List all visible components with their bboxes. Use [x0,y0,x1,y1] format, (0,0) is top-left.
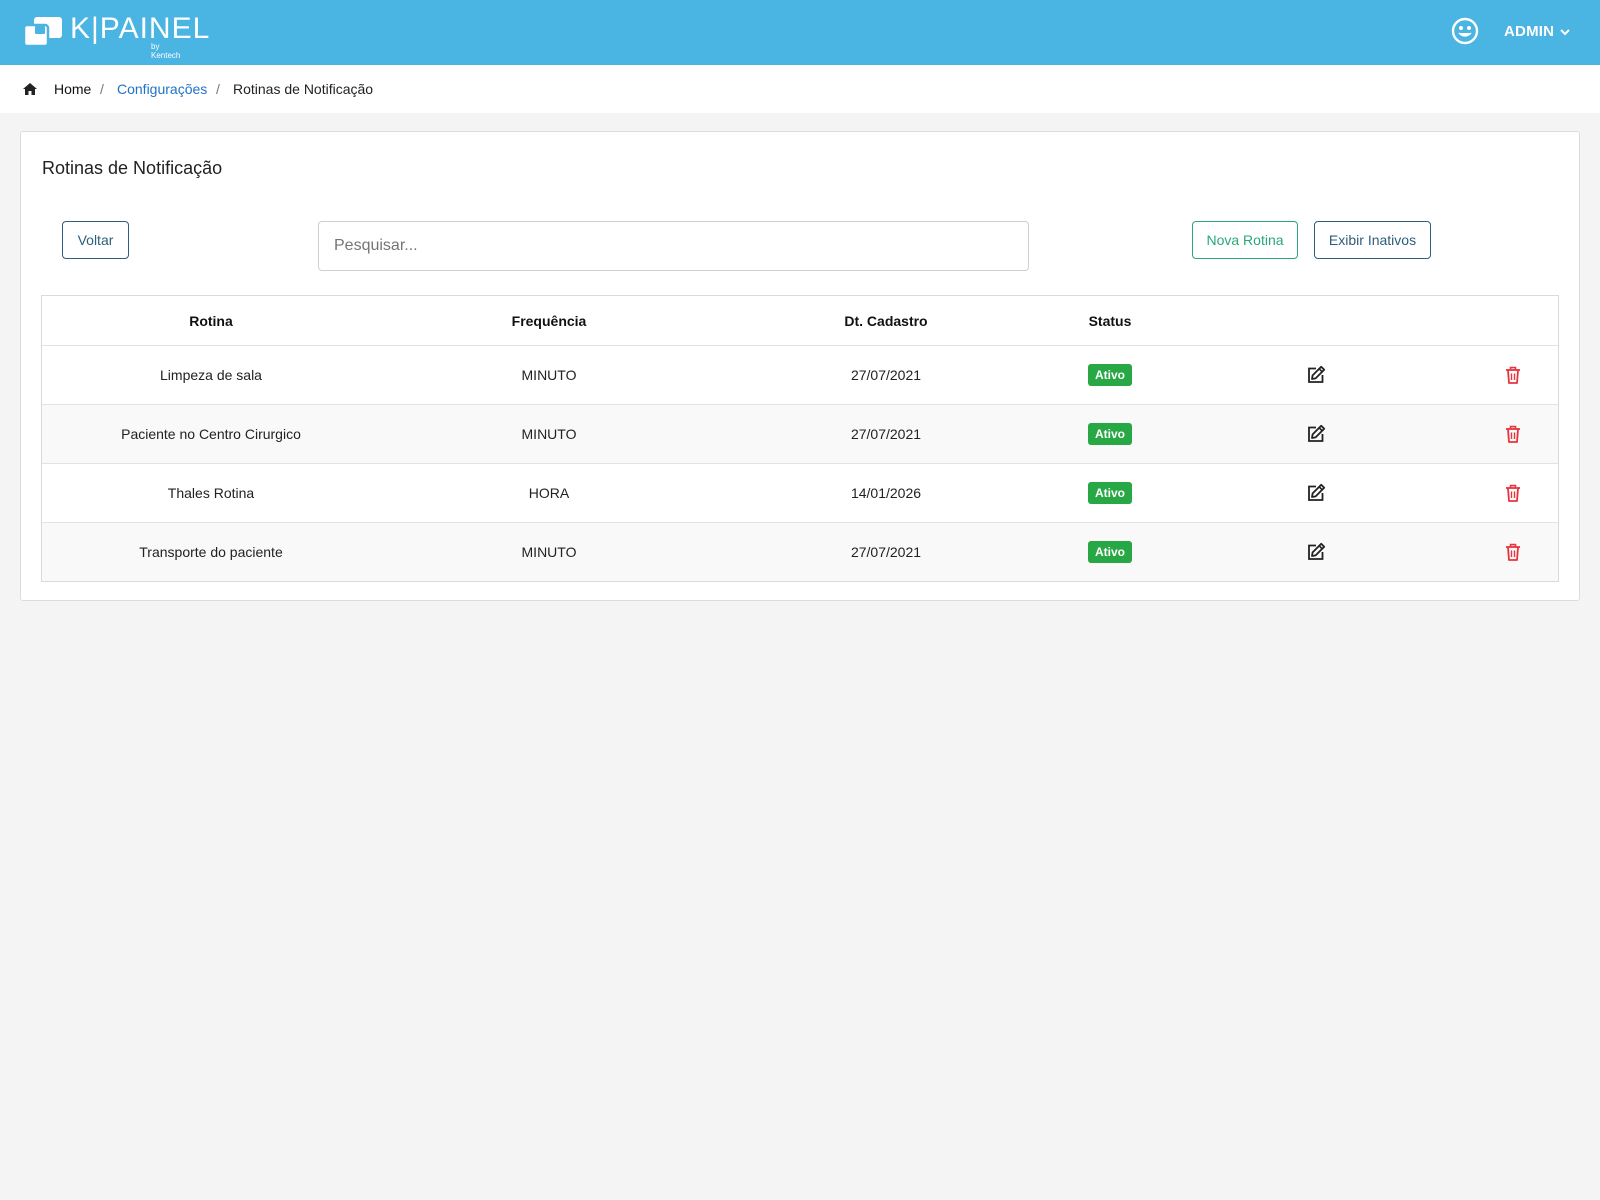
breadcrumb-configuracoes[interactable]: Configurações [117,80,207,98]
cell-status: Ativo [1054,405,1166,463]
cell-status: Ativo [1054,523,1166,581]
cell-rotina: Transporte do paciente [139,544,283,560]
edit-button[interactable] [1296,405,1336,463]
table-row: Thales Rotina HORA 14/01/2026 Ativo [42,463,1558,522]
routines-card: Rotinas de Notificação Voltar Nova Rotin… [20,131,1580,601]
cell-frequencia: HORA [528,485,570,501]
edit-icon[interactable] [1306,424,1326,444]
column-header-rotina[interactable]: Rotina [42,296,380,345]
delete-button[interactable] [1493,346,1533,404]
delete-button[interactable] [1493,405,1533,463]
top-navbar: K|PAINEL by Kentech ADMIN [0,0,1600,65]
smiley-icon[interactable] [1451,17,1479,45]
home-icon[interactable] [22,81,38,97]
cell-status: Ativo [1054,346,1166,404]
edit-icon[interactable] [1306,365,1326,385]
logo-mark-icon [22,17,62,48]
table-row: Limpeza de sala MINUTO 27/07/2021 Ativo [42,345,1558,404]
cell-dt-cadastro: 27/07/2021 [850,367,922,383]
edit-button[interactable] [1296,464,1336,522]
delete-button[interactable] [1493,523,1533,581]
trash-icon[interactable] [1503,424,1523,444]
cell-rotina: Thales Rotina [167,485,255,501]
breadcrumb-separator: / [100,81,104,97]
user-menu[interactable]: ADMIN [1504,22,1554,42]
status-badge: Ativo [1088,541,1132,563]
column-header-dt-cadastro[interactable]: Dt. Cadastro [718,296,1054,345]
trash-icon[interactable] [1503,483,1523,503]
page-title: Rotinas de Notificação [42,158,223,178]
trash-icon[interactable] [1503,542,1523,562]
edit-icon[interactable] [1306,483,1326,503]
show-inactive-button[interactable]: Exibir Inativos [1314,221,1431,259]
cell-status: Ativo [1054,464,1166,522]
cell-frequencia: MINUTO [521,544,577,560]
edit-icon[interactable] [1306,542,1326,562]
breadcrumb: Home / Configurações / Rotinas de Notifi… [0,65,1600,113]
table-row: Paciente no Centro Cirurgico MINUTO 27/07/… [42,404,1558,463]
status-badge: Ativo [1088,364,1132,386]
column-header-status[interactable]: Status [1054,296,1166,345]
edit-button[interactable] [1296,523,1336,581]
cell-dt-cadastro: 27/07/2021 [850,426,922,442]
breadcrumb-current: Rotinas de Notificação [233,81,374,97]
chevron-down-icon[interactable] [1559,26,1571,38]
table-body: Limpeza de sala MINUTO 27/07/2021 Ativo Paci… [42,345,1558,581]
cell-frequencia: MINUTO [521,367,577,383]
breadcrumb-separator: / [216,81,220,97]
brand-subtitle: by Kentech [151,42,181,60]
cell-dt-cadastro: 14/01/2026 [850,485,922,501]
trash-icon[interactable] [1503,365,1523,385]
cell-rotina: Limpeza de sala [160,367,262,383]
edit-button[interactable] [1296,346,1336,404]
cell-rotina: Paciente no Centro Cirurgico [121,426,301,442]
brand-logo[interactable]: K|PAINEL by Kentech [22,14,209,60]
brand-name: K|PAINEL [70,12,211,45]
column-header-frequencia[interactable]: Frequência [380,296,718,345]
table-header: Rotina Frequência Dt. Cadastro Status [42,296,1558,345]
table-row: Transporte do paciente MINUTO 27/07/2021 At… [42,522,1558,581]
status-badge: Ativo [1088,482,1132,504]
delete-button[interactable] [1493,464,1533,522]
breadcrumb-home[interactable]: Home [54,80,91,98]
new-routine-button[interactable]: Nova Rotina [1192,221,1298,259]
cell-dt-cadastro: 27/07/2021 [850,544,922,560]
routines-table: Rotina Frequência Dt. Cadastro Status Li… [41,295,1559,582]
back-button[interactable]: Voltar [62,221,129,259]
cell-frequencia: MINUTO [521,426,577,442]
search-input[interactable] [318,221,1029,271]
status-badge: Ativo [1088,423,1132,445]
